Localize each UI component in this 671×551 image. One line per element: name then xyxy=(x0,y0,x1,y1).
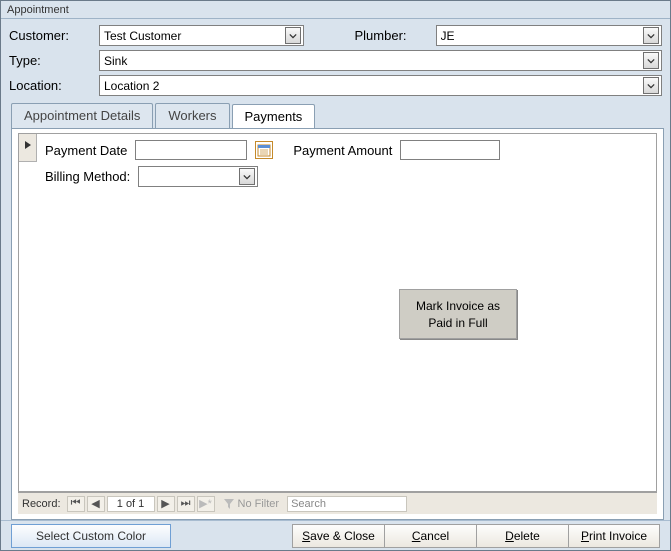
customer-combo[interactable]: Test Customer xyxy=(99,25,304,46)
header-form: Customer: Test Customer Plumber: JE Type… xyxy=(1,19,670,102)
record-nav-bar: Record: ⏮ ◀ 1 of 1 ▶ ⏭ ▶* No Filter Sear… xyxy=(18,492,657,514)
location-value: Location 2 xyxy=(104,79,643,93)
record-search-input[interactable]: Search xyxy=(287,496,407,512)
cancel-rest: ancel xyxy=(420,529,449,543)
payment-amount-input[interactable] xyxy=(400,140,500,160)
calendar-icon[interactable] xyxy=(255,141,273,159)
select-custom-color-button[interactable]: Select Custom Color xyxy=(11,524,171,548)
nav-last-icon[interactable]: ⏭ xyxy=(177,496,195,512)
plumber-combo[interactable]: JE xyxy=(436,25,663,46)
plumber-label: Plumber: xyxy=(336,28,426,43)
record-nav-label: Record: xyxy=(22,498,61,510)
nav-first-icon[interactable]: ⏮ xyxy=(67,496,85,512)
payments-subform: Payment Date Payment Amount Billing Meth… xyxy=(18,133,657,492)
chevron-down-icon[interactable] xyxy=(285,27,301,44)
payment-amount-label: Payment Amount xyxy=(293,143,392,158)
nav-new-icon[interactable]: ▶* xyxy=(197,496,215,512)
tab-payments[interactable]: Payments xyxy=(232,104,316,129)
type-value: Sink xyxy=(104,54,643,68)
record-selector[interactable] xyxy=(19,134,37,162)
record-counter[interactable]: 1 of 1 xyxy=(107,496,155,512)
payment-fields: Payment Date Payment Amount Billing Meth… xyxy=(45,140,500,187)
mark-paid-line2: Paid in Full xyxy=(428,316,487,330)
location-label: Location: xyxy=(9,78,89,93)
chevron-down-icon[interactable] xyxy=(239,168,255,185)
type-label: Type: xyxy=(9,53,89,68)
print-rest: rint Invoice xyxy=(589,529,647,543)
payments-tab-body: Payment Date Payment Amount Billing Meth… xyxy=(11,128,664,520)
command-buttons: Save & Close Cancel Delete Print Invoice xyxy=(292,524,660,548)
mark-paid-line1: Mark Invoice as xyxy=(416,299,500,313)
delete-rest: elete xyxy=(514,529,540,543)
mark-invoice-paid-button[interactable]: Mark Invoice as Paid in Full xyxy=(399,289,517,339)
tabstrip: Appointment Details Workers Payments xyxy=(11,102,664,128)
plumber-value: JE xyxy=(441,29,644,43)
customer-label: Customer: xyxy=(9,28,89,43)
chevron-down-icon[interactable] xyxy=(643,52,659,69)
window-title: Appointment xyxy=(1,1,670,19)
print-invoice-button[interactable]: Print Invoice xyxy=(568,524,660,548)
cancel-button[interactable]: Cancel xyxy=(384,524,476,548)
save-close-button[interactable]: Save & Close xyxy=(292,524,384,548)
customer-value: Test Customer xyxy=(104,29,285,43)
no-filter-indicator: No Filter xyxy=(223,498,280,510)
funnel-icon xyxy=(223,498,235,510)
tab-appointment-details[interactable]: Appointment Details xyxy=(11,103,153,128)
bottom-bar: Select Custom Color Save & Close Cancel … xyxy=(1,520,670,550)
chevron-down-icon[interactable] xyxy=(643,77,659,94)
appointment-window: Appointment Customer: Test Customer Plum… xyxy=(0,0,671,551)
nav-prev-icon[interactable]: ◀ xyxy=(87,496,105,512)
payment-date-input[interactable] xyxy=(135,140,247,160)
billing-method-combo[interactable] xyxy=(138,166,258,187)
delete-button[interactable]: Delete xyxy=(476,524,568,548)
billing-method-label: Billing Method: xyxy=(45,169,130,184)
window-title-text: Appointment xyxy=(7,4,69,16)
chevron-down-icon[interactable] xyxy=(643,27,659,44)
location-combo[interactable]: Location 2 xyxy=(99,75,662,96)
nav-next-icon[interactable]: ▶ xyxy=(157,496,175,512)
no-filter-text: No Filter xyxy=(238,498,280,510)
type-combo[interactable]: Sink xyxy=(99,50,662,71)
payment-date-label: Payment Date xyxy=(45,143,127,158)
tab-workers[interactable]: Workers xyxy=(155,103,229,128)
save-rest: ave & Close xyxy=(310,529,375,543)
